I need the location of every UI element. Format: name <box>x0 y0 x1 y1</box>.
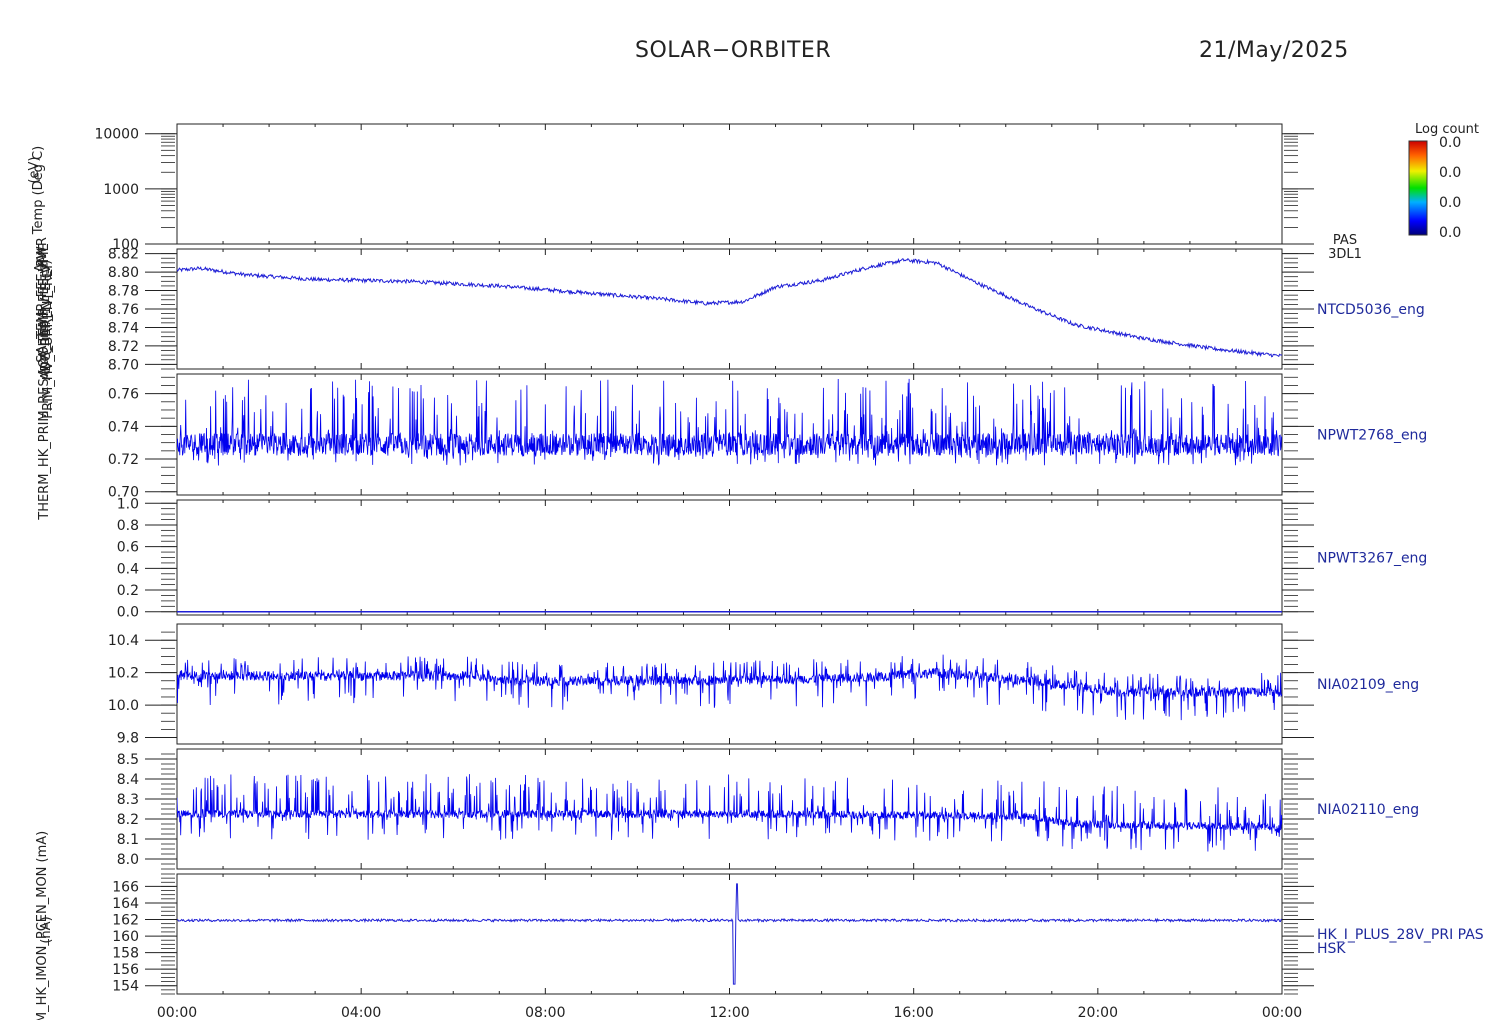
y-tick-label: 0.6 <box>117 540 139 556</box>
y-tick-label: 8.2 <box>117 812 139 828</box>
y-axis-label: Temp (Deg C) <box>31 146 46 235</box>
series-line <box>177 378 1282 466</box>
panel-right-label: NTCD5036_eng <box>1317 302 1425 318</box>
panel-right-label: NIA02110_eng <box>1317 802 1419 818</box>
y-tick-label: 0.72 <box>108 452 139 468</box>
y-tick-label: 166 <box>112 879 139 895</box>
panel-right-label: NPWT2768_eng <box>1317 428 1427 444</box>
y-tick-label: 8.5 <box>117 752 139 768</box>
y-tick-label: 8.82 <box>108 247 139 263</box>
panel-npwt3267: 0.0 0.2 0.4 0.6 0.8 1.0 NPWT3267_eng <box>117 496 1428 620</box>
y-tick-label: 10000 <box>94 127 139 143</box>
panel-right-label: PAS <box>1333 233 1357 248</box>
x-tick-label: 00:00 <box>1262 1005 1302 1020</box>
panel-right-label: 3DL1 <box>1328 247 1362 262</box>
y-tick-label: 10.4 <box>108 633 139 649</box>
y-tick-label: 8.70 <box>108 357 139 373</box>
y-tick-label: 158 <box>112 946 139 962</box>
y-tick-label: 0.8 <box>117 518 139 534</box>
y-tick-label: 0.0 <box>117 605 139 621</box>
panel-right-label: NPWT3267_eng <box>1317 551 1427 567</box>
panel-frame <box>176 499 1283 616</box>
series-line <box>177 883 1282 985</box>
y-tick-label: 162 <box>112 913 139 929</box>
y-tick-label: 1000 <box>103 182 139 198</box>
y-tick-label: 0.76 <box>108 387 139 403</box>
panel-right-label: NIA02109_eng <box>1317 677 1419 693</box>
y-tick-label: 0.74 <box>108 419 139 435</box>
y-tick-label: 156 <box>112 962 139 978</box>
y-tick-label: 164 <box>112 896 139 912</box>
x-tick-label: 20:00 <box>1078 1005 1118 1020</box>
x-tick-label: 00:00 <box>157 1005 197 1020</box>
colorbar-label: 0.0 <box>1439 195 1461 211</box>
series-line <box>177 774 1282 852</box>
y-tick-label: 0.2 <box>117 583 139 599</box>
y-tick-label: 9.8 <box>117 731 139 747</box>
panel-frame <box>176 748 1283 870</box>
y-tick-label: 1.0 <box>117 496 139 512</box>
panel-hk-i-plus: 154156158160162164166HK_I_PLUS_28V_PRI P… <box>112 873 1484 995</box>
panel-pas-3dl1: 100100010000PAS3DL1 <box>94 123 1362 262</box>
y-tick-label: 8.76 <box>108 302 139 318</box>
series-line <box>177 654 1282 721</box>
y-tick-label: 10.0 <box>108 698 139 714</box>
colorbar-label: 0.0 <box>1439 165 1461 181</box>
panel-frame <box>176 123 1283 245</box>
y-tick-label: 8.1 <box>117 832 139 848</box>
y-tick-label: 8.80 <box>108 265 139 281</box>
y-tick-label: 8.78 <box>108 284 139 300</box>
y-tick-label: 0.4 <box>117 561 139 577</box>
panel-nia02109: 9.8 10.0 10.2 10.4 NIA02109_eng <box>108 623 1419 747</box>
panel-ntcd5036: 8.70 8.72 8.74 8.76 8.78 8.80 8.82 NTCD5036_eng <box>108 247 1425 374</box>
panel-frame <box>176 873 1283 995</box>
panel-npwt2768: 0.700.720.740.76NPWT2768_eng <box>108 373 1427 501</box>
colorbar-label: 0.0 <box>1439 225 1461 241</box>
y-axis-label: PSDM_HK_IMON_PCEN_MON (mA) <box>35 831 50 1020</box>
panel-frame <box>176 248 1283 370</box>
y-axis-labels: (eV)Temp (Deg C)ApxSA_TEMP_FEE_PWRACA_TE… <box>27 146 56 1020</box>
y-tick-label: 154 <box>112 979 139 995</box>
x-tick-label: 04:00 <box>341 1005 381 1020</box>
y-axis-label: THERM_HK_PRIM_RES (mOhm) <box>37 320 52 520</box>
y-tick-label: 8.3 <box>117 792 139 808</box>
x-tick-label: 16:00 <box>893 1005 933 1020</box>
y-tick-label: 160 <box>112 929 139 945</box>
y-tick-label: 10.2 <box>108 666 139 682</box>
panel-nia02110: 8.0 8.1 8.2 8.3 8.4 8.5 NIA02110_eng <box>117 748 1419 870</box>
colorbar-rect <box>1408 140 1428 236</box>
y-tick-label: 8.74 <box>108 320 139 336</box>
y-tick-label: 8.72 <box>108 339 139 355</box>
y-tick-label: 8.0 <box>117 852 139 868</box>
stacked-timeseries-chart: 100100010000PAS3DL18.708.728.748.768.788… <box>27 122 1484 1020</box>
y-tick-label: 8.4 <box>117 772 139 788</box>
x-tick-label: 12:00 <box>709 1005 749 1020</box>
colorbar-label: 0.0 <box>1439 135 1461 151</box>
panel-right-label: HSK <box>1317 941 1346 957</box>
series-line <box>177 257 1282 358</box>
x-tick-label: 08:00 <box>525 1005 565 1020</box>
